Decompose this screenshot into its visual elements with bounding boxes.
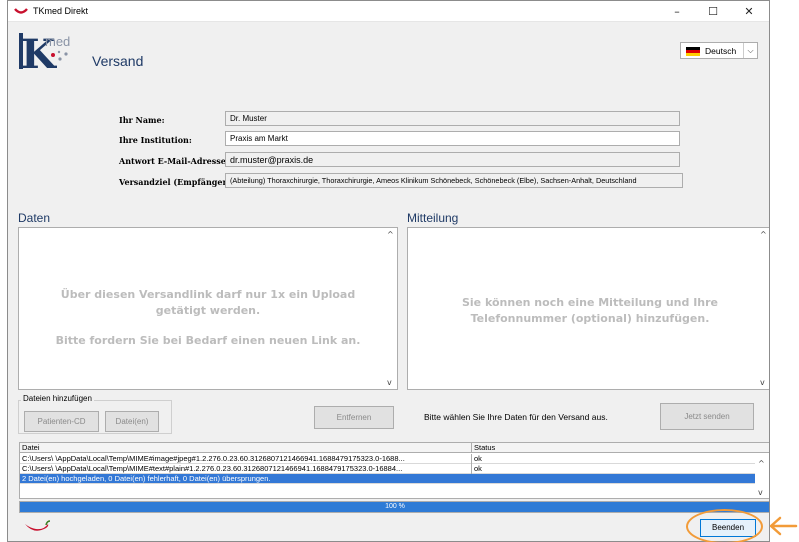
send-now-button[interactable]: Jetzt senden: [660, 403, 754, 430]
data-info-text: Über diesen Versandlink darf nur 1x ein …: [33, 287, 383, 349]
upload-progress-bar: 100 %: [19, 501, 769, 513]
close-button[interactable]: ✕: [731, 1, 767, 22]
file-path: C:\Users\ \AppData\Local\Temp\MIME#text#…: [20, 464, 472, 474]
remove-button[interactable]: Entfernen: [314, 406, 394, 429]
app-window: TKmed Direkt – ☐ ✕ K med Versand Deutsch…: [7, 0, 770, 542]
file-status: ok: [474, 454, 482, 463]
file-table: Datei Status C:\Users\ \AppData\Local\Te…: [19, 442, 769, 499]
message-hint-text: Sie können noch eine Mitteilung und Ihre…: [422, 295, 758, 327]
chevron-down-icon[interactable]: ⌵: [743, 43, 757, 58]
message-hint-line2: Telefonnummer (optional) hinzufügen.: [470, 312, 710, 325]
progress-label: 100 %: [385, 503, 405, 510]
window-title: TKmed Direkt: [33, 6, 89, 16]
message-section-title: Mitteilung: [407, 211, 459, 225]
message-textarea[interactable]: Sie können noch eine Mitteilung und Ihre…: [407, 227, 769, 390]
highlight-ring: [686, 509, 763, 542]
add-files-button[interactable]: Datei(en): [105, 411, 159, 432]
data-section-title: Daten: [18, 211, 51, 225]
message-hint-line1: Sie können noch eine Mitteilung und Ihre: [461, 296, 719, 309]
page-title: Versand: [92, 53, 144, 69]
scroll-down-icon[interactable]: v: [758, 488, 763, 497]
table-scrollbar[interactable]: ^ v: [754, 453, 769, 498]
scroll-up-icon[interactable]: ^: [387, 230, 394, 239]
column-header-file: Datei: [20, 443, 472, 453]
data-drop-area[interactable]: Über diesen Versandlink darf nur 1x ein …: [18, 227, 398, 390]
table-header: Datei Status: [20, 443, 769, 453]
message-scrollbar[interactable]: ^ v: [757, 228, 769, 389]
logo-text: med: [45, 34, 70, 49]
arrow-left-icon: [769, 516, 798, 536]
minimize-button[interactable]: –: [659, 1, 695, 22]
tkmed-logo: K med: [19, 31, 70, 72]
add-files-legend: Dateien hinzufügen: [21, 394, 94, 403]
data-info-line2: getätigt werden.: [155, 304, 261, 317]
scroll-up-icon[interactable]: ^: [758, 459, 765, 468]
language-label: Deutsch: [705, 46, 737, 56]
table-row-summary[interactable]: 2 Datei(en) hochgeladen, 0 Datei(en) feh…: [20, 474, 755, 484]
name-field: Dr. Muster: [225, 111, 680, 126]
institution-label: Ihre Institution:: [119, 135, 192, 145]
email-label: Antwort E-Mail-Adresse:: [119, 156, 229, 166]
target-field: (Abteilung) Thoraxchirurgie, Thoraxchiru…: [225, 173, 683, 188]
file-status: ok: [474, 464, 482, 473]
target-label: Versandziel (Empfänger):: [119, 177, 234, 187]
data-scrollbar[interactable]: ^ v: [384, 228, 397, 389]
patient-cd-button[interactable]: Patienten-CD: [24, 411, 99, 432]
institution-field[interactable]: Praxis am Markt: [225, 131, 680, 146]
upload-summary: 2 Datei(en) hochgeladen, 0 Datei(en) feh…: [22, 474, 271, 483]
table-row[interactable]: C:\Users\ \AppData\Local\Temp\MIME#image…: [20, 454, 755, 464]
table-row[interactable]: C:\Users\ \AppData\Local\Temp\MIME#text#…: [20, 464, 755, 474]
maximize-button[interactable]: ☐: [695, 1, 731, 22]
scroll-up-icon[interactable]: ^: [760, 230, 767, 239]
tkmed-app-icon: [14, 8, 28, 14]
chili-icon: [25, 520, 51, 531]
name-label: Ihr Name:: [119, 115, 165, 125]
email-field: dr.muster@praxis.de: [225, 152, 680, 167]
column-header-status: Status: [474, 443, 496, 452]
scroll-down-icon[interactable]: v: [760, 378, 765, 387]
hint-text: Bitte wählen Sie Ihre Daten für den Vers…: [424, 412, 608, 422]
data-info-line1: Über diesen Versandlink darf nur 1x ein …: [60, 288, 356, 301]
scroll-down-icon[interactable]: v: [387, 378, 392, 387]
german-flag-icon: [686, 47, 700, 56]
file-path: C:\Users\ \AppData\Local\Temp\MIME#image…: [20, 454, 472, 464]
language-select[interactable]: Deutsch ⌵: [680, 42, 758, 59]
title-bar: TKmed Direkt – ☐ ✕: [8, 1, 769, 22]
data-info-line3: Bitte fordern Sie bei Bedarf einen neuen…: [55, 334, 361, 347]
